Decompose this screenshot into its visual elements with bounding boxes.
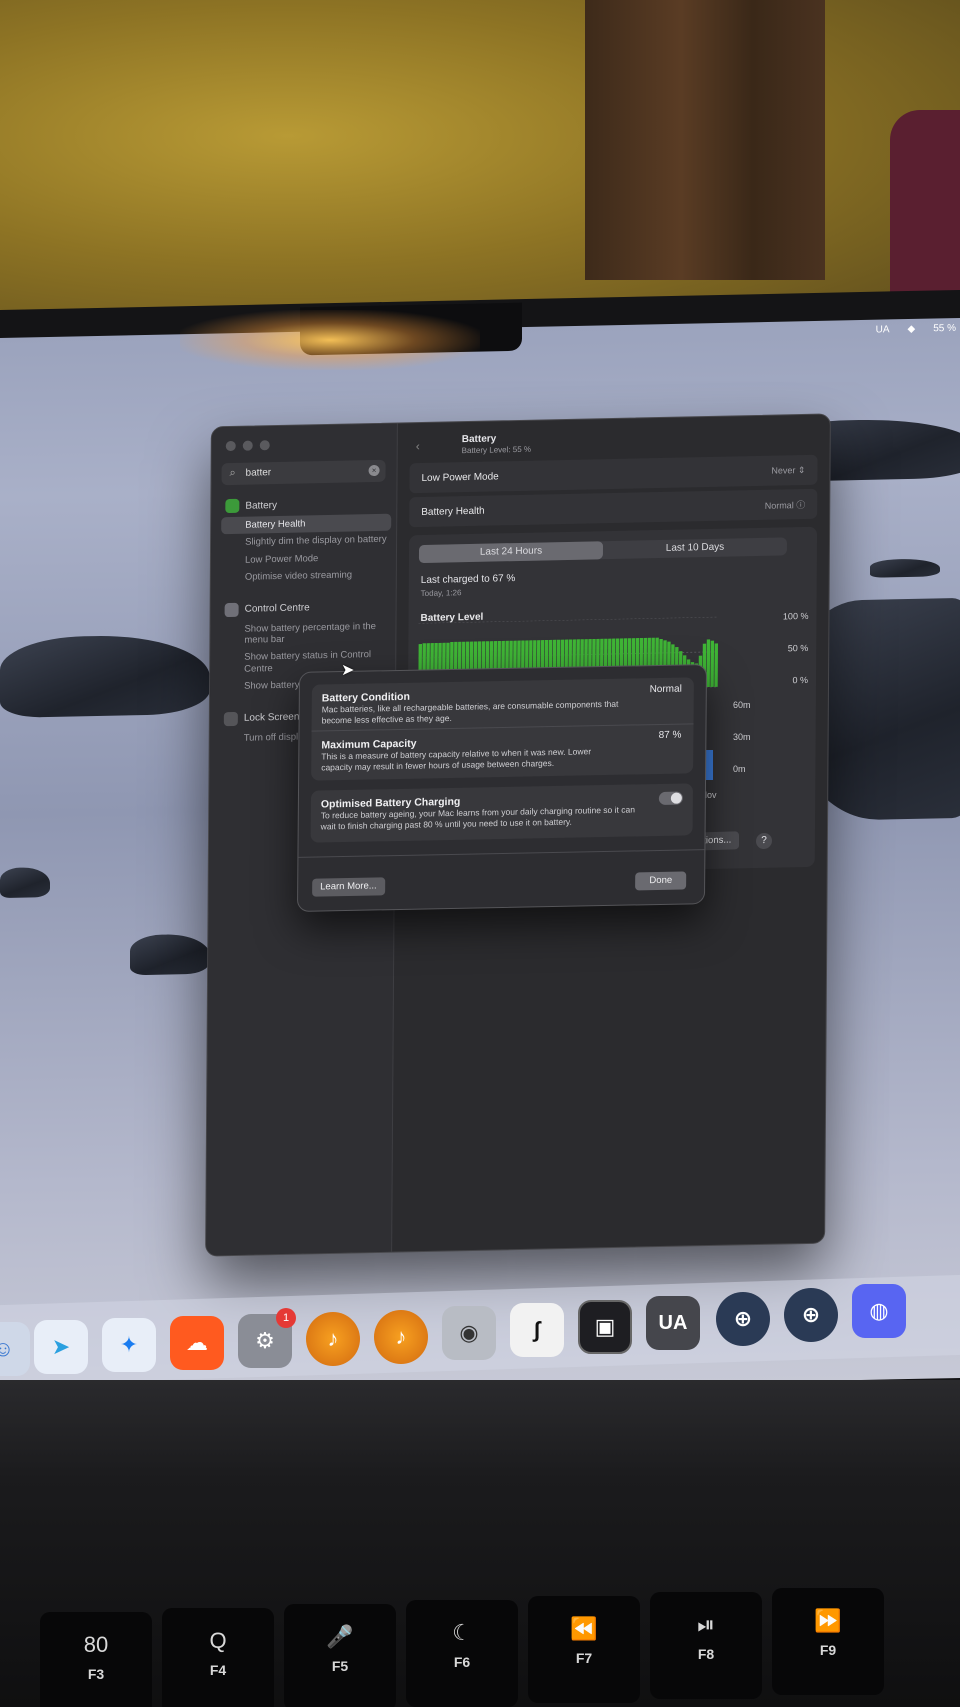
- sidebar-section-title: Control Centre: [244, 602, 310, 615]
- wifi-icon[interactable]: ◆: [908, 323, 916, 334]
- key-symbol: 80: [83, 1632, 109, 1657]
- plugin-manager-icon[interactable]: ▣: [578, 1300, 632, 1354]
- fl-studio-icon[interactable]: ♪: [306, 1312, 360, 1366]
- battery-health-row[interactable]: Battery Health Normal ⓘ: [409, 488, 818, 528]
- learn-more-button[interactable]: Learn More...: [312, 877, 385, 897]
- capacity-value: 87 %: [658, 729, 682, 741]
- key-label: F7: [575, 1650, 593, 1666]
- splice-icon[interactable]: ∫: [510, 1303, 564, 1357]
- battery-level-bar: [706, 639, 711, 688]
- sidebar-section-title: Battery: [245, 499, 278, 512]
- page-subtitle: Battery Level: 55 %: [461, 444, 532, 456]
- page-title: Battery: [461, 433, 497, 446]
- low-power-row[interactable]: Low Power Mode Never ⇕: [409, 454, 818, 494]
- ua-label: UA: [658, 1311, 688, 1334]
- clear-search-icon[interactable]: ×: [368, 464, 380, 477]
- function-key[interactable]: 80 F3: [40, 1612, 152, 1707]
- curtain: [585, 0, 825, 280]
- done-button[interactable]: Done: [635, 871, 687, 891]
- key-symbol: 🎤: [326, 1624, 354, 1649]
- fl-studio-2-icon[interactable]: ♪: [374, 1310, 428, 1364]
- battery-icon: [225, 498, 240, 514]
- discord-icon[interactable]: ◍: [852, 1284, 906, 1338]
- close-button[interactable]: [225, 440, 236, 452]
- range-segmented-control[interactable]: Last 24 Hours Last 10 Days: [418, 537, 788, 564]
- key-label: F9: [819, 1642, 837, 1658]
- tab-last-10-days[interactable]: Last 10 Days: [603, 537, 787, 559]
- battery-health-value: Normal ⓘ: [764, 499, 806, 511]
- key-label: F5: [331, 1658, 349, 1674]
- usage-tick: 60m: [733, 700, 751, 710]
- ua-menu-item[interactable]: UA: [876, 324, 890, 335]
- battery-health-label: Battery Health: [421, 505, 485, 518]
- function-key[interactable]: ⏯ F8: [650, 1592, 762, 1699]
- key-label: F4: [209, 1662, 227, 1678]
- function-key[interactable]: 🎤 F5: [284, 1604, 396, 1707]
- light-flare: [180, 310, 480, 370]
- key-label: F8: [697, 1646, 715, 1662]
- window-controls: [225, 440, 270, 452]
- rock: [130, 933, 210, 976]
- rock: [0, 633, 210, 719]
- sidebar-result[interactable]: Optimise video streaming: [221, 566, 391, 587]
- y-tick-label: 50 %: [787, 642, 809, 654]
- safari-icon[interactable]: ✦: [102, 1318, 156, 1372]
- function-key[interactable]: ☾ F6: [406, 1600, 518, 1707]
- zoom-button[interactable]: [259, 440, 270, 451]
- battery-health-sheet: Battery Condition Normal Mac batteries, …: [296, 664, 708, 912]
- divider: [298, 849, 705, 858]
- usage-tick: 30m: [733, 732, 751, 742]
- capacity-desc: This is a measure of battery capacity re…: [321, 746, 592, 773]
- soundcloud-icon[interactable]: ☁: [170, 1316, 224, 1370]
- disk-utility-icon[interactable]: ◉: [442, 1306, 496, 1360]
- low-power-label: Low Power Mode: [421, 470, 499, 484]
- info-icon[interactable]: ⓘ: [796, 499, 805, 509]
- function-key[interactable]: ⏪ F7: [528, 1596, 640, 1703]
- condition-card: Battery Condition Normal Mac batteries, …: [311, 677, 694, 781]
- y-tick-label: 0 %: [792, 674, 809, 686]
- usage-tick: 0m: [733, 764, 746, 774]
- minimize-button[interactable]: [242, 440, 253, 451]
- function-key[interactable]: ⏩ F9: [772, 1588, 884, 1695]
- condition-desc: Mac batteries, like all rechargeable bat…: [321, 698, 619, 726]
- y-tick-label: 100 %: [782, 610, 809, 622]
- menu-bar: UA ◆ 55 %: [840, 317, 960, 342]
- battery-level-bar: [714, 643, 719, 687]
- key-symbol: ⏪: [570, 1616, 598, 1641]
- condition-value: Normal: [649, 683, 682, 696]
- function-key[interactable]: Q F4: [162, 1608, 274, 1707]
- optimised-toggle[interactable]: [658, 791, 683, 805]
- search-field[interactable]: ⌕ batter ×: [221, 459, 386, 486]
- control-centre-icon: [224, 602, 239, 617]
- ua-connect-icon[interactable]: UA: [646, 1296, 700, 1350]
- mouse-cursor-icon: ➤: [341, 662, 355, 679]
- key-label: F6: [453, 1654, 471, 1670]
- battery-percent[interactable]: 55 %: [933, 322, 956, 333]
- sidebar-section-title: Lock Screen: [243, 711, 300, 724]
- sidebar-result[interactable]: Show battery percentage in the menu bar: [220, 617, 390, 649]
- last-charged: Last charged to 67 %: [420, 573, 516, 587]
- key-symbol: ⏩: [814, 1608, 842, 1633]
- key-symbol: ☾: [452, 1620, 472, 1645]
- telegram-icon[interactable]: ➤: [34, 1320, 88, 1374]
- low-power-select[interactable]: Never ⇕: [771, 464, 805, 476]
- tab-last-24-hours[interactable]: Last 24 Hours: [418, 541, 604, 564]
- lock-icon: [223, 711, 238, 726]
- rock: [870, 558, 940, 578]
- search-input[interactable]: batter: [246, 467, 272, 479]
- optimised-card: Optimised Battery Charging To reduce bat…: [310, 783, 694, 843]
- notification-badge: 1: [276, 1308, 296, 1328]
- ua-console-icon[interactable]: ⊕: [716, 1292, 770, 1346]
- rock: [0, 867, 50, 899]
- battery-level-bar: [710, 640, 715, 687]
- key-label: F3: [87, 1666, 105, 1682]
- back-chevron-icon[interactable]: ‹: [416, 439, 420, 453]
- key-symbol: Q: [209, 1628, 227, 1653]
- last-charged-time: Today, 1:26: [420, 588, 462, 599]
- ua-meter-icon[interactable]: ⊕: [784, 1288, 838, 1342]
- search-icon: ⌕: [229, 466, 236, 480]
- chair: [890, 110, 960, 300]
- finder-icon[interactable]: ☺: [0, 1322, 30, 1376]
- key-symbol: ⏯: [697, 1612, 715, 1637]
